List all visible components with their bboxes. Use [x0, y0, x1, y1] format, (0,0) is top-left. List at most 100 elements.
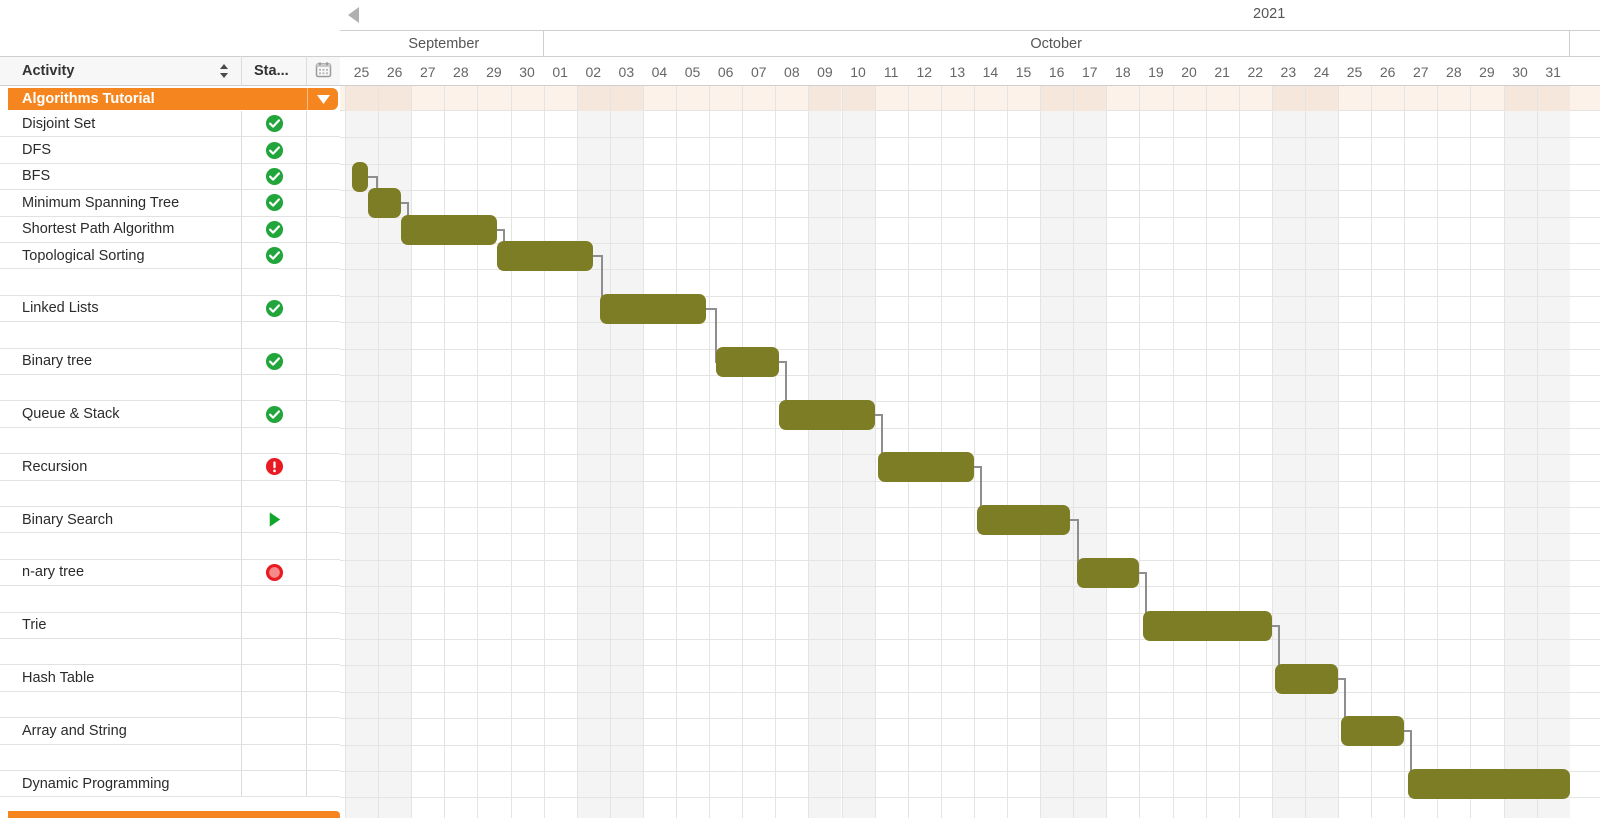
check-circle-green-icon — [265, 193, 284, 212]
task-bar[interactable] — [715, 346, 779, 377]
activity-grid-pane: Activity Sta... Algorithms Tutorial Disj… — [0, 0, 340, 818]
activity-name-cell[interactable]: Minimum Spanning Tree — [0, 190, 241, 215]
table-row[interactable]: Queue & Stack — [0, 401, 340, 428]
status-cell[interactable] — [241, 559, 306, 586]
activity-name-cell[interactable]: Linked Lists — [0, 296, 241, 321]
column-header-status[interactable]: Sta... — [241, 56, 306, 86]
task-bar[interactable] — [1142, 610, 1272, 641]
summary-bar[interactable]: Algorithms Tutorial — [8, 88, 338, 110]
task-bar[interactable] — [1076, 558, 1140, 588]
day-label: 20 — [1181, 63, 1197, 80]
activity-name-cell[interactable]: Binary Search — [0, 507, 241, 532]
grid-line-vertical — [841, 86, 843, 818]
task-bar[interactable] — [1341, 716, 1405, 747]
task-bar[interactable] — [351, 162, 369, 192]
summary-band[interactable] — [340, 86, 1600, 111]
day-label: 29 — [486, 63, 502, 80]
day-header-cell: 12 — [908, 57, 941, 86]
activity-name-cell[interactable]: Hash Table — [0, 665, 241, 690]
table-row[interactable]: Shortest Path Algorithm — [0, 216, 340, 243]
table-row[interactable]: Minimum Spanning Tree — [0, 190, 340, 217]
weekend-column-summary — [1271, 86, 1305, 111]
task-bar[interactable] — [497, 241, 594, 272]
table-row[interactable]: BFS — [0, 163, 340, 191]
table-row[interactable]: Array and String — [0, 718, 340, 745]
status-cell[interactable] — [241, 401, 306, 427]
grid-line-vertical — [411, 86, 413, 818]
table-row[interactable]: Linked Lists — [0, 295, 340, 323]
status-cell[interactable] — [241, 454, 306, 480]
activity-name-cell[interactable]: n-ary tree — [0, 560, 241, 585]
task-bar[interactable] — [1275, 663, 1338, 694]
status-cell[interactable] — [241, 163, 306, 190]
day-header-cell: 14 — [974, 57, 1007, 86]
left-triangle-icon[interactable] — [348, 7, 359, 23]
grid-line-vertical — [543, 86, 545, 818]
task-bar[interactable] — [599, 294, 706, 324]
day-header-cell: 08 — [775, 57, 808, 86]
table-row[interactable]: Trie — [0, 612, 340, 639]
day-label: 25 — [1346, 63, 1363, 80]
day-label: 03 — [618, 63, 635, 80]
date-cell — [306, 269, 340, 295]
weekend-column — [1271, 86, 1305, 818]
activity-name-label: Topological Sorting — [22, 247, 145, 264]
grid-summary-row[interactable]: Algorithms Tutorial — [0, 86, 340, 111]
table-row[interactable]: n-ary tree — [0, 559, 340, 587]
task-bar[interactable] — [778, 399, 875, 430]
column-header-activity[interactable]: Activity — [0, 56, 241, 86]
activity-name-cell[interactable]: Disjoint Set — [0, 111, 241, 136]
table-row[interactable]: Dynamic Programming — [0, 771, 340, 798]
activity-name-cell[interactable]: Topological Sorting — [0, 243, 241, 268]
activity-name-cell[interactable]: DFS — [0, 137, 241, 162]
activity-name-cell[interactable]: Trie — [0, 613, 241, 638]
task-bar[interactable] — [977, 505, 1070, 536]
activity-name-cell[interactable]: Array and String — [0, 718, 241, 743]
date-cell — [306, 295, 340, 322]
column-header-calendar[interactable] — [306, 56, 340, 86]
table-row[interactable]: Hash Table — [0, 665, 340, 692]
table-row[interactable]: Binary tree — [0, 348, 340, 375]
status-cell[interactable] — [241, 190, 306, 216]
chevron-down-icon[interactable] — [308, 94, 338, 104]
day-header-cell: 25 — [345, 57, 378, 86]
activity-name-cell[interactable]: Binary tree — [0, 349, 241, 374]
status-cell[interactable] — [241, 348, 306, 374]
table-row[interactable]: Topological Sorting — [0, 243, 340, 270]
status-cell[interactable] — [241, 111, 306, 137]
task-bar[interactable] — [1407, 769, 1570, 800]
month-header-september: September — [345, 31, 544, 57]
activity-name-label: DFS — [22, 142, 51, 159]
activity-name-cell[interactable]: Dynamic Programming — [0, 771, 241, 796]
day-label: 16 — [1048, 63, 1065, 80]
date-cell — [306, 137, 340, 163]
status-cell[interactable] — [241, 507, 306, 533]
sort-arrows-icon[interactable] — [219, 62, 229, 80]
table-row[interactable]: Binary Search — [0, 507, 340, 534]
day-header-cell: 11 — [875, 57, 908, 86]
activity-name-label: Binary Search — [22, 511, 114, 528]
activity-name-cell[interactable]: Recursion — [0, 454, 241, 479]
date-cell — [306, 375, 340, 401]
grid-spacer-row — [0, 586, 340, 613]
check-circle-green-icon — [265, 405, 284, 424]
table-row[interactable]: Recursion — [0, 454, 340, 481]
status-cell[interactable] — [241, 243, 306, 269]
status-cell[interactable] — [241, 216, 306, 242]
table-row[interactable]: DFS — [0, 137, 340, 164]
grid-line-vertical — [609, 86, 611, 818]
activity-name-cell[interactable]: Shortest Path Algorithm — [0, 217, 241, 242]
grid-line-vertical — [1106, 86, 1108, 818]
task-bar[interactable] — [401, 214, 498, 245]
table-row[interactable]: Disjoint Set — [0, 111, 340, 138]
status-cell[interactable] — [241, 295, 306, 322]
activity-name-cell[interactable]: BFS — [0, 164, 241, 189]
grid-spacer-row — [0, 427, 340, 455]
status-cell[interactable] — [241, 137, 306, 163]
activity-name-cell[interactable]: Queue & Stack — [0, 401, 241, 426]
task-bar[interactable] — [877, 452, 974, 483]
status-cell — [241, 639, 306, 665]
weekend-column-summary — [1304, 86, 1338, 111]
month-label: October — [1030, 36, 1082, 52]
task-bar[interactable] — [368, 188, 402, 219]
